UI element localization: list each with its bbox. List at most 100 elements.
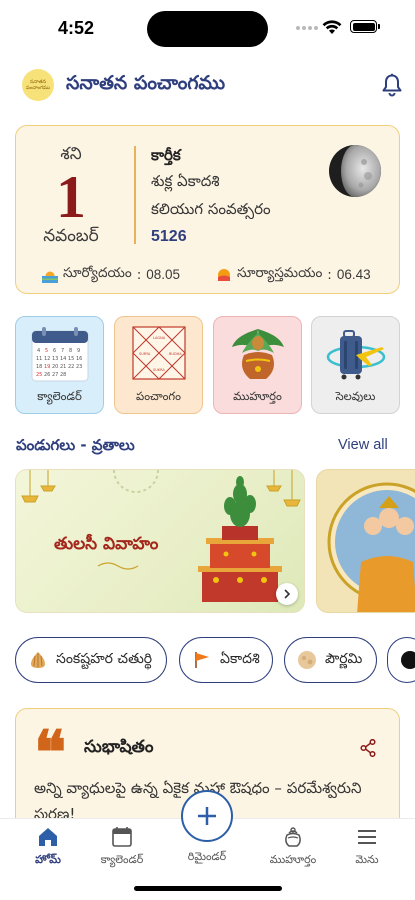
banner-next-button[interactable] — [276, 583, 298, 605]
wifi-icon — [322, 20, 342, 34]
svg-text:8: 8 — [69, 348, 72, 354]
tile-calendar-label: క్యాలెండర్ — [37, 389, 82, 403]
app-header: సనాతన పంచాంగము సనాతన పంచాంగము — [0, 66, 415, 106]
svg-text:12: 12 — [44, 356, 50, 362]
banner-title: తులసీ వివాహం — [54, 534, 159, 554]
svg-text:BUDHA: BUDHA — [169, 352, 182, 356]
svg-text:16: 16 — [76, 356, 82, 362]
svg-text:26: 26 — [44, 372, 50, 378]
date-divider — [134, 146, 136, 244]
masa-name: కార్తీక — [151, 146, 181, 164]
calendar-nav-icon — [112, 827, 132, 847]
app-title: సనాతన పంచాంగము — [66, 72, 226, 94]
view-all-link[interactable]: View all — [338, 437, 388, 453]
svg-text:5: 5 — [45, 348, 48, 354]
panchangam-chart-icon: LAGNA BUDHA SURYA SUKRA — [132, 326, 186, 380]
chip-label: సంకష్టహర చతుర్థి — [56, 650, 153, 667]
sunrise-label: సూర్యోదయం — [63, 265, 132, 281]
svg-text:18: 18 — [36, 364, 42, 370]
svg-text:SURYA: SURYA — [139, 352, 151, 356]
cellular-signal-icon — [296, 26, 318, 30]
nav-calendar-label: క్యాలెండర్ — [100, 853, 144, 866]
chip-amavasya[interactable] — [387, 637, 415, 683]
svg-text:7: 7 — [61, 348, 64, 354]
kalasam-nav-icon — [285, 827, 301, 847]
chip-ekadashi[interactable]: ఏకాదశి — [179, 637, 273, 683]
festival-banner-tulasi-vivaham[interactable]: తులసీ వివాహం — [15, 469, 305, 613]
svg-text:6: 6 — [53, 348, 56, 354]
kalasam-icon — [232, 329, 284, 379]
calendar-icon: 456789 11 12 13 14 15 16 18 19 20 21 22 23 25 26 27 2… — [31, 327, 89, 382]
kaliyuga-year: 5126 — [151, 228, 187, 245]
svg-text:15: 15 — [68, 356, 74, 362]
tile-panchangam[interactable]: LAGNA BUDHA SURYA SUKRA పంచాంగం — [114, 316, 203, 414]
tile-holidays[interactable]: సెలవులు — [311, 316, 400, 414]
svg-text:28: 28 — [60, 372, 66, 378]
home-icon — [39, 828, 57, 846]
app-logo: సనాతన పంచాంగము — [22, 69, 54, 101]
sunset-row: సూర్యాస్తమయం : 06.43 — [216, 265, 371, 284]
svg-text:22: 22 — [68, 364, 74, 370]
suitcase-plane-icon — [326, 330, 386, 380]
subhashitam-title: సుభాషితం — [84, 737, 154, 757]
svg-text:23: 23 — [76, 364, 82, 370]
nav-menu[interactable]: మెను — [325, 825, 409, 869]
status-time: 4:52 — [58, 18, 95, 38]
status-bar: 4:52 — [0, 0, 415, 56]
day-number: 1 — [56, 164, 86, 230]
add-reminder-button[interactable] — [181, 790, 233, 842]
modak-icon — [31, 652, 45, 668]
nav-home-label: హోమ్ — [35, 853, 61, 866]
svg-text:13: 13 — [52, 356, 58, 362]
svg-text:SUKRA: SUKRA — [153, 368, 165, 372]
today-date-card[interactable]: శని 1 నవంబర్ కార్తీక శుక్ల ఏకాదశి కలియుగ… — [15, 125, 400, 294]
nav-home[interactable]: హోమ్ — [6, 825, 90, 869]
deity-image — [327, 482, 415, 612]
nav-reminder-label: రిమైండర్ — [187, 850, 227, 863]
tile-holidays-label: సెలవులు — [335, 389, 376, 403]
svg-text:11: 11 — [36, 356, 42, 362]
sunset-time: 06.43 — [336, 267, 371, 282]
home-indicator — [134, 886, 282, 891]
chevron-right-icon — [284, 589, 291, 599]
svg-text:LAGNA: LAGNA — [153, 336, 166, 340]
battery-icon — [350, 20, 380, 33]
nav-menu-label: మెను — [355, 853, 379, 866]
sunrise-time: 08.05 — [146, 267, 181, 282]
tile-panchangam-label: పంచాంగం — [136, 389, 181, 403]
nav-muhurtam[interactable]: ముహూర్తం — [251, 825, 335, 869]
svg-text:25: 25 — [36, 372, 42, 378]
month-name: నవంబర్ — [43, 226, 99, 246]
chip-label: ఏకాదశి — [220, 650, 260, 667]
dynamic-island — [147, 11, 268, 47]
chip-label: పౌర్ణమి — [325, 650, 363, 667]
sunset-icon — [218, 268, 230, 281]
chip-sankashtahara-chaturthi[interactable]: సంకష్టహర చతుర్థి — [15, 637, 167, 683]
nav-muhurtam-label: ముహూర్తం — [269, 853, 317, 866]
svg-text:14: 14 — [60, 356, 66, 362]
tile-muhurtam-label: ముహూర్తం — [233, 389, 282, 403]
svg-text:21: 21 — [60, 364, 66, 370]
svg-text:4: 4 — [37, 348, 40, 354]
chip-pournami[interactable]: పౌర్ణమి — [284, 637, 377, 683]
tile-muhurtam[interactable]: ముహూర్తం — [213, 316, 302, 414]
tile-calendar[interactable]: 456789 11 12 13 14 15 16 18 19 20 21 22 23 25 26 27 2… — [15, 316, 104, 414]
nav-calendar[interactable]: క్యాలెండర్ — [80, 825, 164, 869]
svg-text:20: 20 — [52, 364, 58, 370]
plus-icon — [198, 807, 216, 825]
tithi: శుక్ల ఏకాదశి — [151, 172, 220, 190]
sunrise-row: సూర్యోదయం : 08.05 — [42, 265, 180, 284]
share-icon[interactable] — [360, 739, 376, 757]
sunrise-icon — [42, 271, 58, 283]
festival-banner-next[interactable] — [316, 469, 415, 613]
svg-text:9: 9 — [77, 348, 80, 354]
panchang-info: కార్తీక శుక్ల ఏకాదశి కలియుగ సంవత్సరం 512… — [151, 146, 271, 246]
festivals-section-title: పండుగలు - వ్రతాలు — [16, 436, 135, 454]
hamburger-menu-icon — [358, 830, 376, 844]
notification-bell-icon[interactable] — [381, 73, 403, 97]
svg-text:19: 19 — [44, 364, 50, 370]
new-moon-icon — [401, 651, 415, 669]
sunset-label: సూర్యాస్తమయం — [237, 265, 323, 281]
flag-icon — [195, 652, 209, 668]
moon-phase-icon — [329, 145, 381, 197]
